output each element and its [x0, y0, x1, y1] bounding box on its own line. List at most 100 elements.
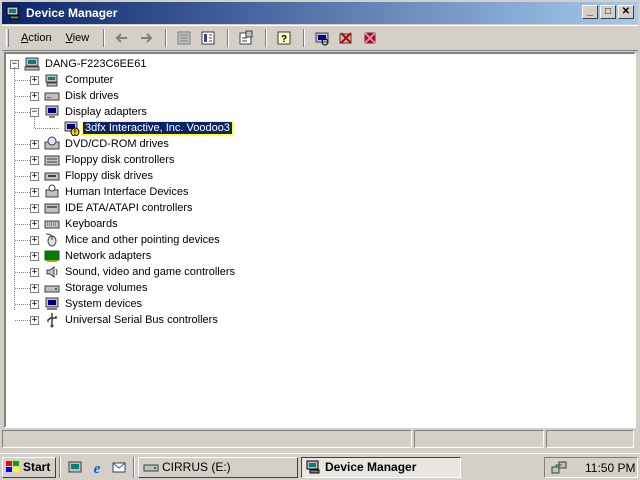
help-icon[interactable]: ? — [273, 28, 295, 48]
disable-icon[interactable] — [359, 28, 381, 48]
expand-toggle[interactable]: + — [30, 91, 39, 101]
minimize-button[interactable]: _ — [582, 5, 598, 19]
tree-item-label: Storage volumes — [65, 282, 148, 294]
system-device-icon — [44, 296, 60, 312]
show-list-icon[interactable] — [173, 28, 195, 48]
toolbar-separator — [265, 29, 268, 47]
expand-toggle[interactable]: + — [30, 75, 39, 85]
drive-icon — [143, 459, 159, 475]
taskbar: Start e CIRRUS (E:) Device Manager 11:50 … — [0, 453, 640, 480]
maximize-button[interactable]: □ — [600, 5, 616, 19]
tree-category-item[interactable]: + Universal Serial Bus controllers — [30, 312, 220, 328]
expand-toggle[interactable]: + — [30, 299, 39, 309]
taskbar-button-label: Device Manager — [325, 460, 417, 474]
tree-category-item[interactable]: + Computer — [30, 72, 115, 88]
taskbar-button-label: CIRRUS (E:) — [162, 460, 231, 474]
tree-category-item[interactable]: + Mice and other pointing devices — [30, 232, 222, 248]
tree-item-label: Floppy disk controllers — [65, 154, 175, 166]
status-pane-main — [2, 430, 412, 448]
outlook-express-icon[interactable] — [108, 457, 130, 478]
expand-toggle[interactable]: + — [30, 203, 39, 213]
clock[interactable]: 11:50 PM — [585, 461, 635, 475]
tree-branch-line — [15, 304, 30, 305]
toolbar: Action View ? — [2, 25, 638, 51]
mouse-icon — [44, 232, 60, 248]
status-bar — [2, 430, 638, 450]
tree-category-item[interactable]: + Network adapters — [30, 248, 153, 264]
toolbar-separator — [103, 29, 106, 47]
taskbar-button[interactable]: CIRRUS (E:) — [138, 456, 298, 478]
tree-category-item[interactable]: + Keyboards — [30, 216, 120, 232]
floppy-drive-icon — [44, 168, 60, 184]
svg-text:?: ? — [281, 34, 287, 45]
taskbar-button[interactable]: Device Manager — [301, 456, 461, 478]
tree-category-item[interactable]: + Sound, video and game controllers — [30, 264, 237, 280]
tree-item-label: DVD/CD-ROM drives — [65, 138, 169, 150]
internet-explorer-icon[interactable]: e — [86, 457, 108, 478]
usb-icon — [44, 312, 60, 328]
window-title: Device Manager — [26, 6, 118, 20]
tree-item-label: Computer — [65, 74, 114, 86]
show-desktop-icon[interactable] — [64, 457, 86, 478]
tree-category-item[interactable]: + DVD/CD-ROM drives — [30, 136, 171, 152]
tree-item-label: Network adapters — [65, 250, 152, 262]
taskbar-separator — [59, 456, 61, 478]
tree-branch-line — [15, 272, 30, 273]
tree-category-item[interactable]: + Floppy disk controllers — [30, 152, 176, 168]
tree-branch-line — [15, 240, 30, 241]
computer-icon — [44, 72, 60, 88]
windows-logo-icon — [6, 461, 20, 473]
collapse-toggle[interactable]: − — [30, 107, 39, 117]
close-button[interactable]: ✕ — [618, 5, 634, 19]
device-tree[interactable]: − DANG-F223C6EE61 + Computer + Disk drives − Di… — [4, 52, 636, 428]
system-tray: 11:50 PM — [544, 457, 638, 478]
status-pane-3 — [546, 430, 634, 448]
expand-toggle[interactable]: + — [30, 171, 39, 181]
network-tray-icon[interactable] — [551, 460, 567, 476]
tree-category-item[interactable]: + Floppy disk drives — [30, 168, 155, 184]
tree-category-item[interactable]: − Display adapters — [30, 104, 149, 120]
root-computer-icon — [24, 56, 40, 72]
expand-toggle[interactable]: + — [30, 219, 39, 229]
tree-branch-line — [15, 208, 30, 209]
start-button[interactable]: Start — [2, 456, 56, 478]
expand-toggle[interactable]: + — [30, 139, 39, 149]
tree-category-item[interactable]: + IDE ATA/ATAPI controllers — [30, 200, 195, 216]
tree-item-label: Disk drives — [65, 90, 119, 102]
tree-item-label: System devices — [65, 298, 143, 310]
tree-branch-line — [35, 128, 50, 129]
tree-category-item[interactable]: + Human Interface Devices — [30, 184, 191, 200]
forward-arrow-icon[interactable] — [135, 28, 157, 48]
tree-root[interactable]: − DANG-F223C6EE61 — [10, 56, 149, 72]
menu-action[interactable]: Action — [15, 30, 58, 46]
tree-branch-line — [15, 320, 30, 321]
tree-branch-line — [15, 224, 30, 225]
expand-toggle[interactable]: + — [30, 267, 39, 277]
svg-text:e: e — [94, 461, 101, 475]
expand-toggle[interactable]: + — [30, 283, 39, 293]
tree-category-item[interactable]: + System devices — [30, 296, 144, 312]
title-bar[interactable]: Device Manager _ □ ✕ — [2, 2, 638, 24]
expand-toggle[interactable]: + — [30, 251, 39, 261]
cdrom-icon — [44, 136, 60, 152]
taskbar-separator — [133, 456, 135, 478]
back-arrow-icon[interactable] — [111, 28, 133, 48]
uninstall-icon[interactable] — [335, 28, 357, 48]
tree-device-item[interactable]: ! 3dfx Interactive, Inc. Voodoo3 — [50, 120, 233, 137]
toolbar-separator — [165, 29, 168, 47]
scan-hardware-icon[interactable] — [311, 28, 333, 48]
tree-category-item[interactable]: + Disk drives — [30, 88, 121, 104]
tree-category-item[interactable]: + Storage volumes — [30, 280, 150, 296]
expand-toggle[interactable]: + — [30, 155, 39, 165]
tree-branch-line — [15, 160, 30, 161]
menu-view[interactable]: View — [60, 30, 96, 46]
expand-toggle[interactable]: + — [30, 315, 39, 325]
sound-icon — [44, 264, 60, 280]
toolbar-grip[interactable] — [6, 29, 9, 47]
tree-item-label: Display adapters — [65, 106, 147, 118]
expand-toggle[interactable]: + — [30, 235, 39, 245]
tree-branch-line — [15, 96, 30, 97]
show-details-icon[interactable] — [197, 28, 219, 48]
properties-icon[interactable] — [235, 28, 257, 48]
expand-toggle[interactable]: + — [30, 187, 39, 197]
